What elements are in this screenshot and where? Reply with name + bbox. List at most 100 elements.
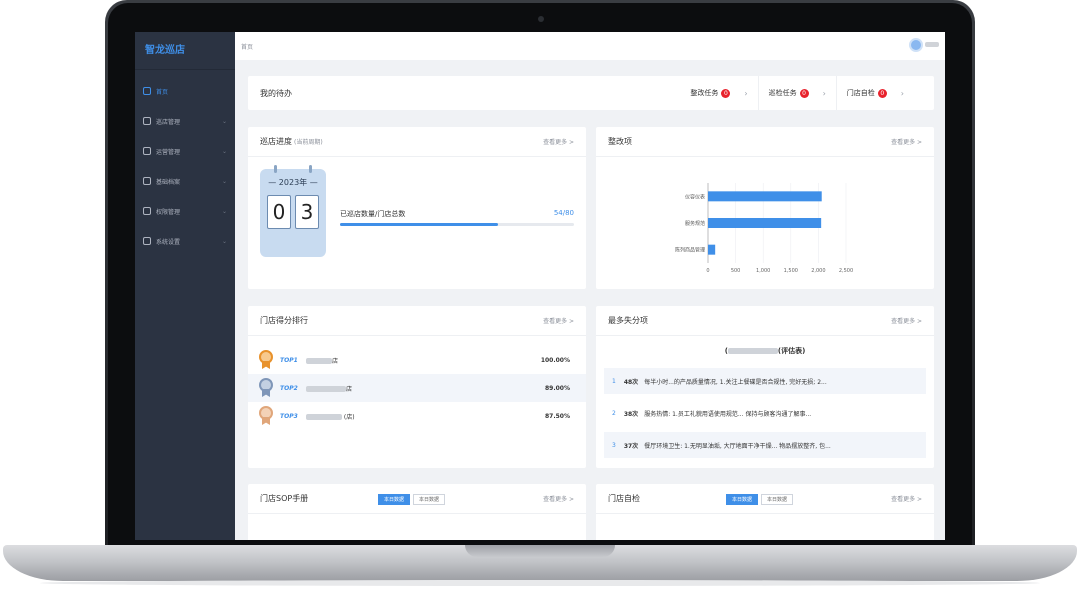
card-title: 巡店进度	[260, 137, 292, 146]
progress-value: 54/80	[553, 209, 574, 217]
calendar-icon: — 2023年 — 0 3	[260, 165, 326, 257]
card-title: 门店SOP手册	[260, 494, 309, 503]
x-tick-label: 2,500	[839, 268, 853, 274]
calendar-ring	[274, 165, 277, 173]
main-content: 首页 我的待办 整改任务 0 › 巡检任务 0 › 门店自检 0 › 巡店进度 …	[235, 32, 945, 540]
avatar[interactable]	[909, 38, 923, 52]
breadcrumb[interactable]: 首页	[241, 42, 253, 51]
sidebar-item-label: 首页	[156, 88, 169, 96]
card-title: 最多失分项	[608, 316, 648, 325]
todo-item-inspection[interactable]: 巡检任务 0 ›	[757, 76, 836, 110]
card-title: 门店得分排行	[260, 316, 308, 325]
view-more-link[interactable]: 查看更多 >	[543, 137, 574, 146]
archive-icon	[143, 177, 151, 185]
deduction-count: 38次	[623, 410, 639, 418]
category-label: 仪容仪表	[685, 193, 705, 200]
chevron-down-icon: ⌄	[221, 237, 227, 245]
deduction-count: 37次	[623, 442, 639, 450]
ranking-row[interactable]: TOP3 (店) 87.50%	[248, 402, 586, 430]
camera-icon	[538, 16, 544, 22]
card-header: 整改项 查看更多 >	[596, 127, 934, 157]
tab-today[interactable]: 本日数据	[378, 494, 411, 505]
deduction-text: 服务热情: 1.员工礼貌用语使用规范... 保持与顾客沟通了解事...	[644, 410, 812, 418]
todo-label: 整改任务	[690, 89, 719, 97]
topbar: 首页	[235, 32, 945, 60]
sidebar-item-operations[interactable]: 运营管理 ⌄	[135, 136, 235, 166]
rank-score: 89.00%	[545, 384, 570, 392]
tab-alt[interactable]: 本日数据	[413, 494, 446, 505]
todo-item-selfcheck[interactable]: 门店自检 0 ›	[835, 76, 914, 110]
rectification-card: 整改项 查看更多 > 0 500 1,000 1,500 2,000 2,500 仪容仪表服…	[596, 127, 934, 289]
chevron-down-icon: ⌄	[221, 147, 227, 155]
ranking-card: 门店得分排行 查看更多 > TOP1 店 100.00% TOP2 店 89.0…	[248, 306, 586, 468]
todo-title: 我的待办	[260, 89, 292, 98]
progress-card: 巡店进度 (当前周期) 查看更多 > — 2023年 — 0 3 已巡店数量/门…	[248, 127, 586, 289]
calendar-ring	[309, 165, 312, 173]
clipboard-icon	[143, 117, 151, 125]
sidebar-item-label: 巡店管理	[156, 118, 181, 126]
chevron-down-icon: ⌄	[221, 117, 227, 125]
chevron-down-icon: ⌄	[221, 177, 227, 185]
sidebar: 智龙巡店 首页 巡店管理 ⌄ 运营管理 ⌄ 基础档案 ⌄ 权限管理 ⌄ 系统设置	[135, 32, 235, 540]
view-more-link[interactable]: 查看更多 >	[891, 494, 922, 503]
deduction-row[interactable]: 3 37次 餐厅环境卫生: 1.无明显油垢, 大厅地面干净干燥... 物品摆放整…	[604, 432, 926, 458]
x-tick-label: 500	[731, 268, 741, 274]
view-more-link[interactable]: 查看更多 >	[891, 137, 922, 146]
rectification-bar-chart: 0 500 1,000 1,500 2,000 2,500 仪容仪表服务规范陈列商品管理	[675, 183, 853, 274]
sop-card: 门店SOP手册 查看更多 > 本日数据 本日数据	[248, 484, 586, 540]
rank-score: 100.00%	[540, 356, 570, 364]
rank-label: TOP3	[280, 412, 298, 420]
silver-medal-icon	[258, 378, 274, 398]
sidebar-item-settings[interactable]: 系统设置 ⌄	[135, 226, 235, 256]
bar	[708, 191, 822, 202]
category-label: 陈列商品管理	[675, 247, 705, 254]
deduction-row[interactable]: 2 38次 服务热情: 1.员工礼貌用语使用规范... 保持与顾客沟通了解事..…	[604, 400, 926, 426]
progress-bar-fill	[340, 223, 498, 226]
deduction-text: 餐厅环境卫生: 1.无明显油垢, 大厅地面干净干燥... 物品摆放整齐, 包..…	[644, 442, 831, 450]
tab-alt[interactable]: 本日数据	[761, 494, 794, 505]
x-tick-label: 0	[706, 268, 709, 274]
selfcheck-card: 门店自检 查看更多 > 本日数据 本日数据	[596, 484, 934, 540]
tab-today[interactable]: 本日数据	[726, 494, 759, 505]
card-header: 门店得分排行 查看更多 >	[248, 306, 586, 336]
card-header: 最多失分项 查看更多 >	[596, 306, 934, 336]
todo-label: 巡检任务	[768, 89, 797, 97]
user-name-dropdown[interactable]	[925, 42, 939, 47]
rank-score: 87.50%	[545, 412, 570, 420]
sidebar-item-label: 基础档案	[156, 178, 181, 186]
chevron-right-icon: ›	[822, 88, 826, 98]
x-tick-label: 1,000	[756, 268, 770, 274]
data-range-tabs: 本日数据 本日数据	[378, 494, 446, 505]
sidebar-item-home[interactable]: 首页	[135, 76, 235, 106]
store-name: (店)	[306, 412, 355, 421]
row-index: 1	[612, 377, 616, 385]
todo-item-rectify[interactable]: 整改任务 0 ›	[680, 76, 757, 110]
brand-logo[interactable]: 智龙巡店	[135, 32, 235, 70]
category-label: 服务规范	[685, 220, 705, 227]
calendar-year: — 2023年 —	[268, 178, 318, 187]
sidebar-item-permissions[interactable]: 权限管理 ⌄	[135, 196, 235, 226]
progress-bar	[340, 223, 574, 226]
home-icon	[143, 87, 151, 95]
view-more-link[interactable]: 查看更多 >	[891, 316, 922, 325]
ranking-row[interactable]: TOP1 店 100.00%	[248, 346, 586, 374]
view-more-link[interactable]: 查看更多 >	[543, 494, 574, 503]
ranking-row[interactable]: TOP2 店 89.00%	[248, 374, 586, 402]
sidebar-item-label: 权限管理	[156, 208, 181, 216]
chevron-right-icon: ›	[744, 88, 748, 98]
sidebar-item-label: 运营管理	[156, 148, 181, 156]
calendar-digit: 3	[295, 195, 319, 229]
sidebar-item-inspection[interactable]: 巡店管理 ⌄	[135, 106, 235, 136]
bar	[708, 244, 716, 255]
card-title: 门店自检	[608, 494, 640, 503]
data-range-tabs: 本日数据 本日数据	[726, 494, 794, 505]
view-more-link[interactable]: 查看更多 >	[543, 316, 574, 325]
deduction-row[interactable]: 1 48次 每半小时...的产品质量情况, 1.关注上餐碟是否合规性, 完好无损…	[604, 368, 926, 394]
deduction-card: 最多失分项 查看更多 > ((评估表) 1 48次 每半小时...的产品质量情况…	[596, 306, 934, 468]
gold-medal-icon	[258, 350, 274, 370]
x-tick-label: 2,000	[811, 268, 825, 274]
sidebar-item-archive[interactable]: 基础档案 ⌄	[135, 166, 235, 196]
bronze-medal-icon	[258, 406, 274, 426]
todo-card: 我的待办 整改任务 0 › 巡检任务 0 › 门店自检 0 ›	[248, 76, 934, 110]
rank-label: TOP2	[280, 384, 298, 392]
